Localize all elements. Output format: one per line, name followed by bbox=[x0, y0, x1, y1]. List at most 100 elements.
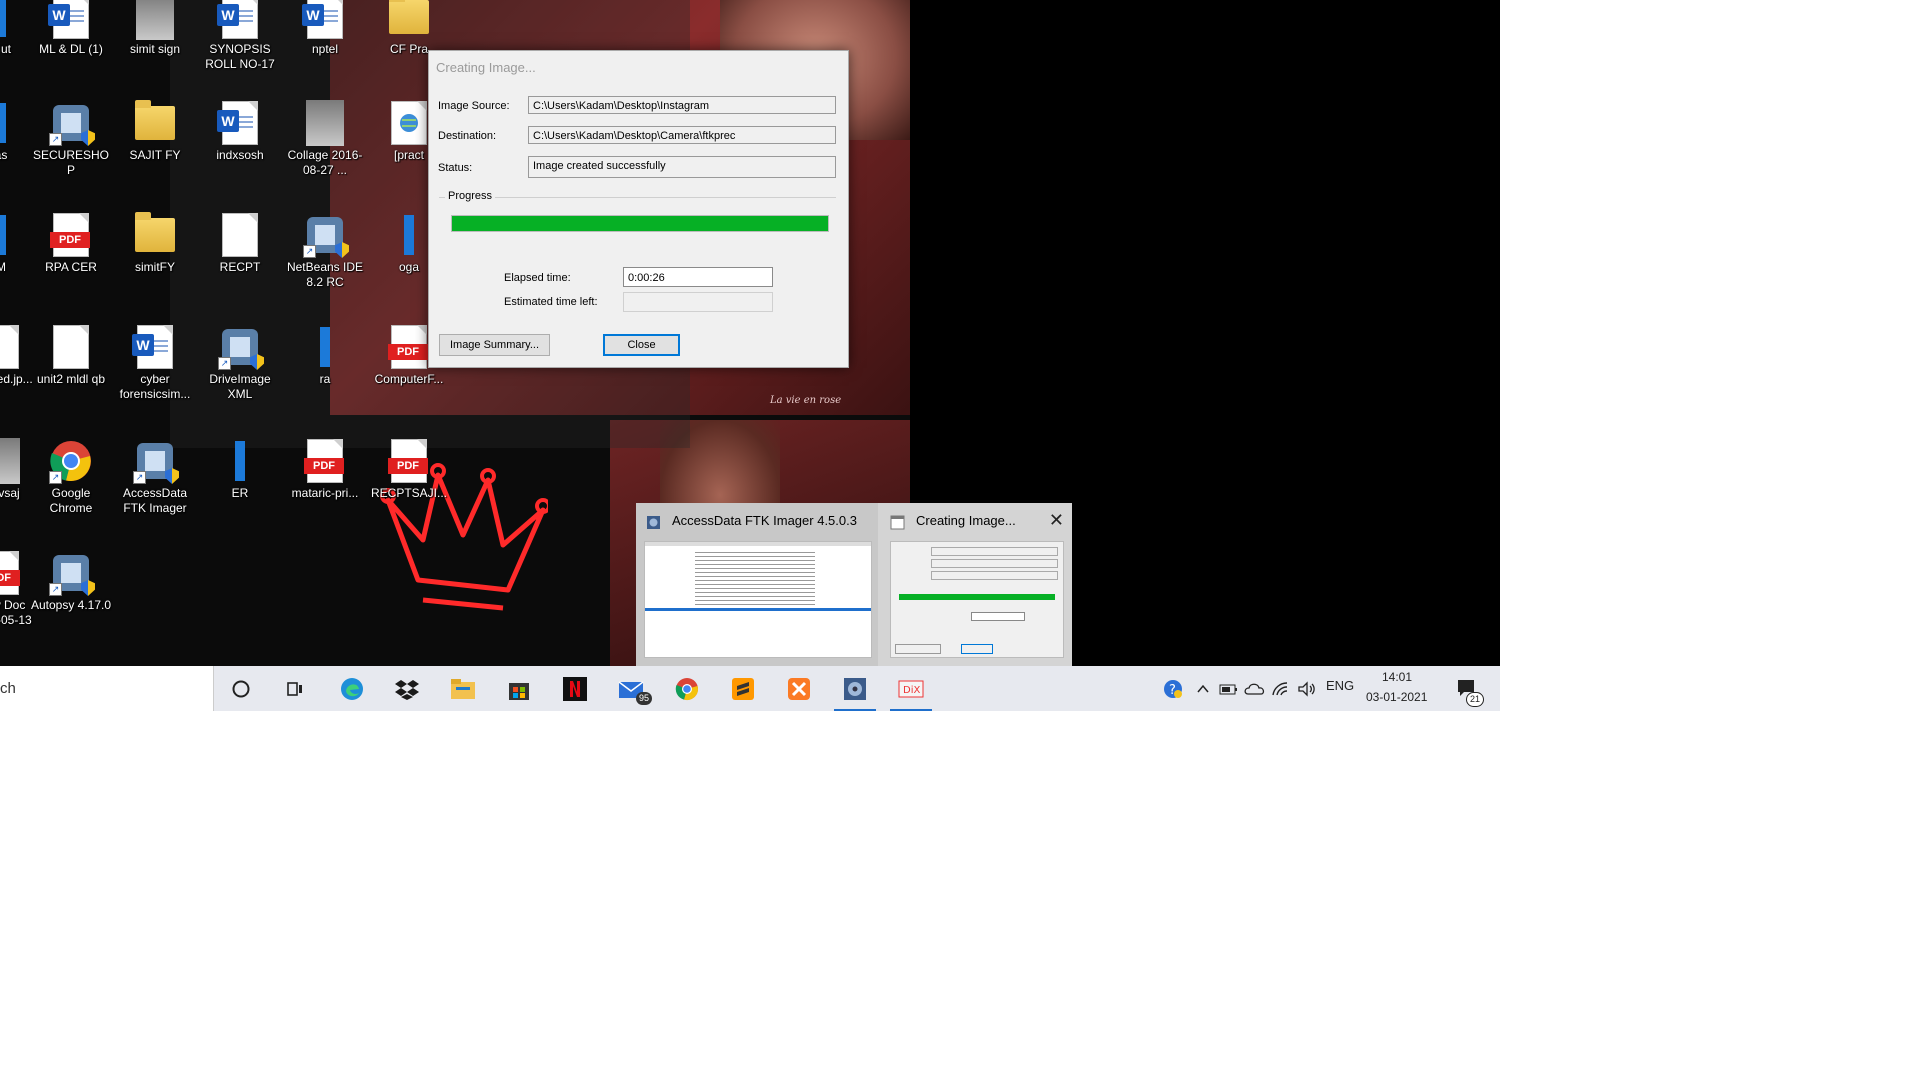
image-summary-button[interactable]: Image Summary... bbox=[439, 334, 550, 356]
desktop-icon-label: RECPTSAJI... bbox=[370, 486, 447, 500]
xampp-icon[interactable] bbox=[776, 666, 822, 711]
image-file-icon bbox=[133, 0, 177, 40]
desktop-icon-cyber-forensicsim[interactable]: Wcyber forensicsim... bbox=[114, 324, 196, 402]
cortana-icon[interactable] bbox=[218, 666, 264, 711]
pdf-icon: PDF bbox=[0, 550, 23, 596]
desktop-icon-label: simitFY bbox=[135, 260, 175, 274]
elapsed-time-label: Elapsed time: bbox=[504, 272, 571, 284]
dropbox-icon[interactable] bbox=[384, 666, 430, 711]
folder-icon bbox=[133, 100, 177, 146]
sublime-text-icon[interactable] bbox=[720, 666, 766, 711]
edge-icon[interactable] bbox=[329, 666, 375, 711]
application-icon: ↗ bbox=[133, 438, 179, 484]
desktop-icon-ml-dl-1[interactable]: W ML & DL (1) bbox=[30, 0, 112, 57]
desktop-icon-ra[interactable]: ra bbox=[284, 324, 366, 387]
creating-image-dialog: Creating Image... Image Source: C:\Users… bbox=[428, 50, 849, 368]
word-document-icon: W bbox=[132, 324, 177, 370]
taskbar: ch 95 DiX ? ENG 14:01 03-01-2021 21 bbox=[0, 666, 1500, 711]
taskbar-search-box[interactable]: ch bbox=[0, 666, 214, 711]
creating-image-window-icon bbox=[890, 515, 905, 530]
desktop-icon-label: RPA CER bbox=[45, 260, 97, 274]
desktop-icon-accessdata-ftk-imager[interactable]: ↗ AccessData FTK Imager bbox=[114, 438, 196, 516]
partial-icon bbox=[218, 438, 262, 484]
desktop-icon-er[interactable]: ER bbox=[199, 438, 281, 501]
desktop-icon-label: SYNOPSIS ROLL NO-17 bbox=[205, 42, 275, 71]
word-document-icon: W bbox=[302, 0, 347, 40]
desktop-icon-label: cyber forensicsim... bbox=[119, 372, 191, 401]
desktop-icon-unit2-mldl-qb[interactable]: unit2 mldl qb bbox=[30, 324, 112, 387]
application-icon: ↗ bbox=[49, 100, 95, 146]
thumbnail-close-icon[interactable]: ✕ bbox=[1049, 511, 1064, 529]
notification-count-badge: 21 bbox=[1465, 692, 1484, 707]
partial-icon bbox=[0, 100, 23, 146]
chrome-taskbar-icon[interactable] bbox=[664, 666, 710, 711]
partial-icon bbox=[387, 212, 431, 258]
document-icon bbox=[0, 324, 23, 370]
wallpaper-caption: La vie en rose bbox=[770, 395, 842, 406]
desktop-icon-label: SECURESHOP bbox=[32, 148, 109, 177]
desktop-icon-driveimage-xml[interactable]: ↗ DriveImage XML bbox=[199, 324, 281, 402]
folder-icon bbox=[133, 212, 177, 258]
application-icon: ↗ bbox=[218, 324, 264, 370]
desktop-icon-label: NetBeans IDE 8.2 RC bbox=[286, 260, 364, 289]
clock-date[interactable]: 03-01-2021 bbox=[1366, 690, 1427, 704]
desktop-icon-label: unit2 mldl qb bbox=[36, 372, 106, 386]
desktop-icon-google-chrome[interactable]: ↗ Google Chrome bbox=[30, 438, 112, 516]
desktop-icon-collage-2016-08-27[interactable]: Collage 2016-08-27 ... bbox=[284, 100, 366, 178]
desktop-icon-cf-pra[interactable]: CF Pra bbox=[368, 0, 450, 57]
microsoft-store-icon[interactable] bbox=[496, 666, 542, 711]
desktop-icon-nptel[interactable]: Wnptel bbox=[284, 0, 366, 57]
partial-icon bbox=[0, 0, 23, 40]
ftk-imager-taskbar-icon[interactable] bbox=[832, 666, 878, 711]
status-label: Status: bbox=[438, 162, 473, 174]
desktop-icon-netbeans-ide-8-2-rc[interactable]: ↗ NetBeans IDE 8.2 RC bbox=[284, 212, 366, 290]
web-page-icon bbox=[387, 100, 431, 146]
image-file-icon bbox=[0, 438, 23, 484]
pdf-icon: PDF bbox=[303, 438, 347, 484]
task-view-icon[interactable] bbox=[272, 666, 318, 711]
thumbnail-creating-image-preview[interactable] bbox=[890, 541, 1064, 658]
estimated-time-label: Estimated time left: bbox=[504, 296, 598, 308]
desktop-icon-label: Collage 2016-08-27 ... bbox=[287, 148, 363, 177]
desktop-icon-autopsy-4-17-0[interactable]: ↗ Autopsy 4.17.0 bbox=[30, 550, 112, 613]
desktop-icon-label: DriveImage XML bbox=[209, 372, 271, 401]
desktop-icon-simit-sign[interactable]: simit sign bbox=[114, 0, 196, 57]
action-center-icon[interactable]: 21 bbox=[1444, 666, 1490, 711]
desktop-icon-label: ComputerF... bbox=[374, 372, 444, 386]
desktop-icon-label: ra bbox=[319, 372, 331, 386]
image-source-field: C:\Users\Kadam\Desktop\Instagram bbox=[528, 96, 836, 114]
desktop-icon-recptsaji[interactable]: PDF RECPTSAJI... bbox=[368, 438, 450, 501]
driveimage-xml-taskbar-icon[interactable]: DiX bbox=[888, 666, 934, 711]
desktop-icon-recpt[interactable]: RECPT bbox=[199, 212, 281, 275]
word-document-icon: W bbox=[217, 100, 262, 146]
close-button[interactable]: Close bbox=[603, 334, 680, 356]
pdf-icon: PDF bbox=[387, 324, 431, 370]
desktop-icon-sajit-fy[interactable]: SAJIT FY bbox=[114, 100, 196, 163]
thumbnail-ftk-imager-preview[interactable] bbox=[644, 541, 872, 658]
netflix-icon[interactable] bbox=[552, 666, 598, 711]
language-indicator[interactable]: ENG bbox=[1326, 678, 1354, 693]
desktop-icon-synopsis-roll-no-17[interactable]: W SYNOPSIS ROLL NO-17 bbox=[199, 0, 281, 72]
desktop-icon-indxsosh[interactable]: Windxsosh bbox=[199, 100, 281, 163]
thumbnail-ftk-imager-title: AccessData FTK Imager 4.5.0.3 bbox=[672, 513, 857, 528]
application-icon: ↗ bbox=[303, 212, 349, 258]
desktop-icon-simitfy[interactable]: simitFY bbox=[114, 212, 196, 275]
desktop-icon-label: AccessData FTK Imager bbox=[122, 486, 188, 515]
application-icon: ↗ bbox=[49, 550, 95, 596]
dialog-title: Creating Image... bbox=[436, 60, 536, 75]
file-explorer-icon[interactable] bbox=[440, 666, 486, 711]
pdf-icon: PDF bbox=[387, 438, 431, 484]
desktop-icon-secureshop[interactable]: ↗ SECURESHOP bbox=[30, 100, 112, 178]
word-document-icon: W bbox=[217, 0, 262, 40]
desktop-icon-label: nptel bbox=[311, 42, 339, 56]
pdf-icon: PDF bbox=[49, 212, 93, 258]
taskbar-thumbnail-preview: AccessData FTK Imager 4.5.0.3 Creating I… bbox=[636, 503, 1072, 666]
volume-icon[interactable] bbox=[1284, 666, 1330, 711]
desktop-icon-mataric-pri[interactable]: PDF mataric-pri... bbox=[284, 438, 366, 501]
ftk-imager-icon bbox=[647, 516, 660, 529]
clock-time[interactable]: 14:01 bbox=[1382, 670, 1412, 684]
folder-icon bbox=[387, 0, 431, 40]
mail-icon[interactable]: 95 bbox=[608, 666, 654, 711]
desktop-icon-rpa-cer[interactable]: PDF RPA CER bbox=[30, 212, 112, 275]
word-document-icon: W bbox=[48, 0, 93, 40]
